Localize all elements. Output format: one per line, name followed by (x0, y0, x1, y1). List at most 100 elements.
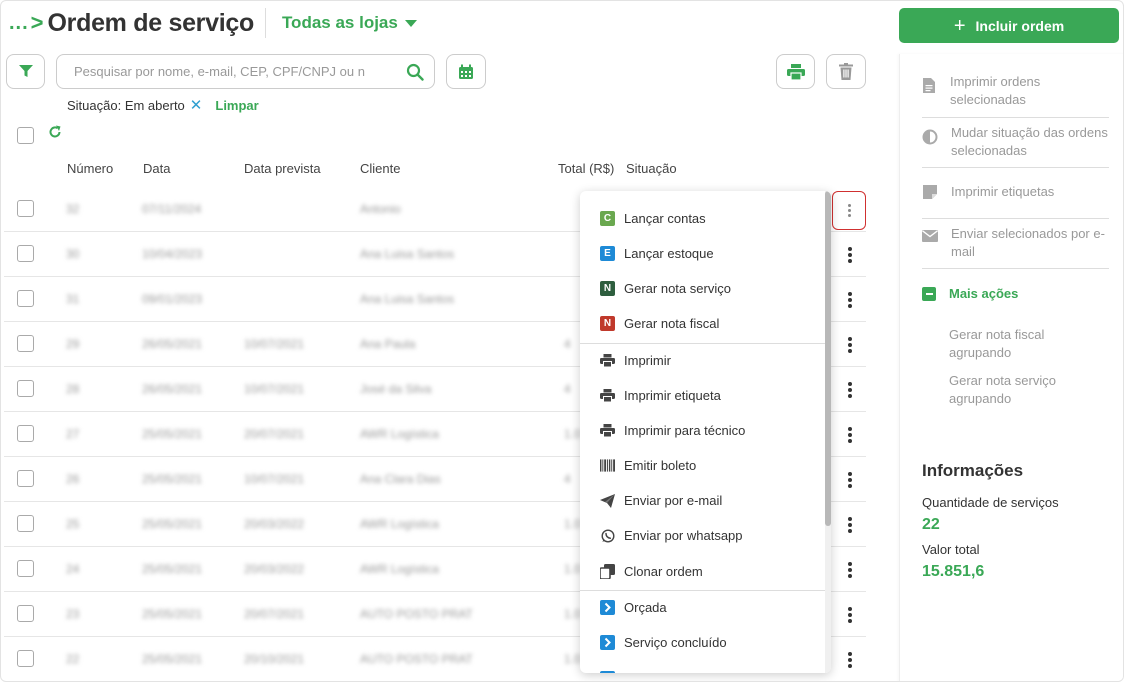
row-actions-button[interactable] (840, 290, 860, 310)
store-selector[interactable]: Todas as lojas (282, 13, 417, 33)
row-checkbox[interactable] (17, 650, 34, 667)
col-header-total[interactable]: Total (R$) (558, 161, 614, 176)
col-header-data[interactable]: Data (143, 161, 170, 176)
search-icon[interactable] (406, 63, 424, 81)
chevron-right-icon (600, 600, 615, 615)
refresh-icon[interactable] (48, 125, 62, 139)
menu-item-clonar-ordem[interactable]: Clonar ordem (580, 554, 825, 589)
menu-item-servico-concluido[interactable]: Serviço concluído (580, 625, 825, 660)
row-actions-button[interactable] (840, 245, 860, 265)
trash-icon (839, 63, 853, 80)
cell-data-prevista: 10/07/2021 (244, 382, 305, 396)
row-actions-button-active[interactable] (832, 191, 866, 230)
cell-cliente: AWR Logística (360, 427, 439, 441)
row-checkbox[interactable] (17, 245, 34, 262)
menu-item-imprimir-etiqueta[interactable]: Imprimir etiqueta (580, 378, 825, 413)
side-divider (922, 167, 1109, 168)
row-actions-button[interactable] (840, 560, 860, 580)
print-button[interactable] (776, 54, 815, 89)
menu-item-label: Imprimir etiqueta (624, 388, 721, 403)
cell-cliente: AWR Logística (360, 562, 439, 576)
menu-item-imprimir[interactable]: Imprimir (580, 343, 825, 378)
kebab-dot (848, 607, 852, 611)
barcode-icon (600, 458, 615, 473)
row-checkbox[interactable] (17, 470, 34, 487)
menu-item-emitir-boleto[interactable]: Emitir boleto (580, 448, 825, 483)
kebab-dot (848, 568, 852, 572)
menu-item-imprimir-para-tecnico[interactable]: Imprimir para técnico (580, 413, 825, 448)
side-action-print-labels[interactable]: Imprimir etiquetas (922, 183, 1109, 201)
row-checkbox[interactable] (17, 605, 34, 622)
filter-button[interactable] (6, 54, 45, 89)
side-action-change-status[interactable]: Mudar situação das ordens selecionadas (922, 124, 1109, 160)
menu-item-enviar-por-whatsapp[interactable]: Enviar por whatsapp (580, 518, 825, 553)
row-actions-button[interactable] (840, 515, 860, 535)
side-action-print-selected[interactable]: Imprimir ordens selecionadas (922, 73, 1109, 109)
menu-item-orcada[interactable]: Orçada (580, 590, 825, 625)
menu-item-label: Imprimir para técnico (624, 423, 746, 438)
row-actions-button[interactable] (840, 380, 860, 400)
cell-total: 4 (564, 382, 571, 396)
cell-numero: 30 (66, 247, 80, 261)
menu-item-letter: N (600, 281, 615, 296)
side-action-email-selected[interactable]: Enviar selecionados por e-mail (922, 225, 1109, 261)
row-actions-button[interactable] (840, 335, 860, 355)
row-checkbox[interactable] (17, 335, 34, 352)
row-checkbox[interactable] (17, 560, 34, 577)
cell-cliente: Antonio (360, 202, 401, 216)
select-all-checkbox[interactable] (17, 127, 34, 144)
menu-item-lancar-estoque[interactable]: E Lançar estoque (580, 236, 825, 271)
printer-icon (600, 423, 615, 438)
date-filter-button[interactable] (446, 54, 486, 89)
col-header-situacao[interactable]: Situação (626, 161, 677, 176)
cell-cliente: José da Silva (360, 382, 432, 396)
more-action-nota-fiscal-agrupando[interactable]: Gerar nota fiscal agrupando (949, 326, 1099, 362)
cell-numero: 28 (66, 382, 80, 396)
cell-numero: 27 (66, 427, 80, 441)
menu-item-gerar-nota-fiscal[interactable]: N Gerar nota fiscal (580, 306, 825, 341)
row-actions-button[interactable] (840, 425, 860, 445)
col-header-data-prevista[interactable]: Data prevista (244, 161, 321, 176)
row-checkbox[interactable] (17, 380, 34, 397)
col-header-numero[interactable]: Número (67, 161, 113, 176)
menu-item-letter: C (600, 211, 615, 226)
row-actions-button[interactable] (840, 650, 860, 670)
cell-numero: 25 (66, 517, 80, 531)
more-actions-toggle[interactable]: Mais ações (922, 286, 1018, 301)
menu-scrollbar[interactable] (825, 191, 831, 673)
breadcrumb[interactable]: ... (9, 12, 29, 35)
add-order-button[interactable]: + Incluir ordem (899, 8, 1119, 43)
clear-filters-link[interactable]: Limpar (215, 98, 258, 113)
menu-item-label: Clonar ordem (624, 564, 703, 579)
col-header-cliente[interactable]: Cliente (360, 161, 400, 176)
menu-item-lancar-contas[interactable]: C Lançar contas (580, 201, 825, 236)
delete-button[interactable] (826, 54, 866, 89)
row-actions-button[interactable] (840, 605, 860, 625)
menu-item-enviar-por-e-mail[interactable]: Enviar por e-mail (580, 483, 825, 518)
remove-filter-icon[interactable]: ✕ (190, 96, 203, 114)
search-input[interactable] (74, 64, 406, 79)
row-actions-button[interactable] (840, 470, 860, 490)
more-action-nota-servico-agrupando[interactable]: Gerar nota serviço agrupando (949, 372, 1099, 408)
row-checkbox[interactable] (17, 290, 34, 307)
kebab-dot (848, 574, 852, 578)
kebab-dot (848, 388, 852, 392)
letter-n-icon: N (600, 281, 615, 296)
search-box[interactable] (56, 54, 435, 89)
kebab-dot (848, 652, 852, 656)
cell-numero: 29 (66, 337, 80, 351)
kebab-dot (848, 427, 852, 431)
menu-item-letter: E (600, 246, 615, 261)
row-checkbox[interactable] (17, 515, 34, 532)
kebab-dot (848, 292, 852, 296)
menu-scrollbar-thumb[interactable] (825, 191, 831, 526)
row-checkbox[interactable] (17, 425, 34, 442)
cell-total: 1.0 (564, 562, 581, 576)
kebab-dot (848, 298, 852, 302)
row-checkbox[interactable] (17, 200, 34, 217)
cell-data-prevista: 20/03/2022 (244, 562, 305, 576)
kebab-dot (848, 247, 852, 251)
cell-total: 1.0 (564, 652, 581, 666)
cell-data-prevista: 20/10/2021 (244, 652, 305, 666)
menu-item-gerar-nota-servico[interactable]: N Gerar nota serviço (580, 271, 825, 306)
